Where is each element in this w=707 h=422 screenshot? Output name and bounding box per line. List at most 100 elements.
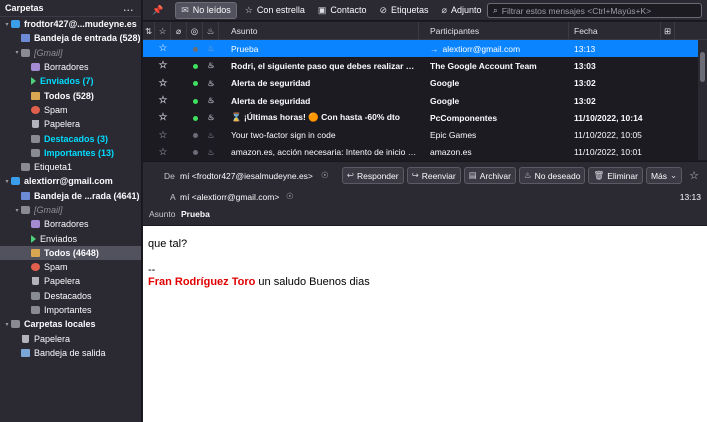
folder-pane-menu-button[interactable]: ... xyxy=(123,3,134,13)
read-status-icon[interactable] xyxy=(187,44,203,54)
recipient-info-icon[interactable]: ☉ xyxy=(286,191,294,202)
star-column-icon[interactable]: ☆ xyxy=(155,21,171,40)
folder-item[interactable]: Enviados (7) xyxy=(0,74,141,88)
delete-button[interactable]: 🗑 Eliminar xyxy=(588,167,643,184)
participants-column-header[interactable]: Participantes xyxy=(419,21,569,40)
folder-item[interactable]: Destacados xyxy=(0,289,141,303)
tags-filter-button[interactable]: ⊘ Etiquetas xyxy=(374,2,433,19)
subject-column-header[interactable]: Asunto xyxy=(219,21,419,40)
star-icon[interactable]: ☆ xyxy=(155,95,171,106)
junk-status-icon[interactable]: ♨ xyxy=(203,113,219,122)
junk-status-icon[interactable]: ♨ xyxy=(203,131,219,140)
attachment-filter-button[interactable]: ⌀ Adjunto xyxy=(437,2,487,19)
chevron-down-icon[interactable]: ▾ xyxy=(3,178,11,185)
message-subject: Alerta de seguridad xyxy=(231,78,311,89)
message-row[interactable]: ☆ ♨ ⌛ ¡Últimas horas! 🟠 Con hasta -60% dto… xyxy=(143,109,707,126)
forward-button[interactable]: ↪ Reenviar xyxy=(406,167,461,184)
folder-item[interactable]: Bandeja de entrada (528) xyxy=(0,31,141,45)
folder-item[interactable]: Importantes (13) xyxy=(0,146,141,160)
message-row[interactable]: ☆ ♨ amazon.es, acción necesaria: Intento d… xyxy=(143,144,707,161)
junk-status-icon[interactable]: ♨ xyxy=(203,61,219,70)
folder-item[interactable]: ▾ alextiorr@gmail.com xyxy=(0,174,141,188)
star-icon[interactable]: ☆ xyxy=(155,130,171,141)
sender-info-icon[interactable]: ☉ xyxy=(321,170,329,181)
reply-button[interactable]: ↩ Responder xyxy=(341,167,404,184)
read-status-icon[interactable] xyxy=(187,78,203,88)
body-line: que tal? xyxy=(148,238,188,250)
starred-filter-button[interactable]: ☆ Con estrella xyxy=(240,2,310,19)
folder-item[interactable]: Papelera xyxy=(0,332,141,346)
folder-label: Enviados (7) xyxy=(40,76,94,87)
folder-pane-header: Carpetas ... xyxy=(0,0,141,17)
folder-item[interactable]: Bandeja de salida xyxy=(0,346,141,360)
folder-item[interactable]: ▾ [Gmail] xyxy=(0,46,141,60)
folder-item[interactable]: Importantes xyxy=(0,303,141,317)
folder-label: Bandeja de salida xyxy=(34,347,106,358)
filter-search-input[interactable]: ⌕ Filtrar estos mensajes <Ctrl+Mayús+K> xyxy=(487,3,702,18)
read-status-icon[interactable] xyxy=(187,147,203,157)
message-row[interactable]: ☆ ♨ Alerta de seguridad Google 13:02 xyxy=(143,75,707,92)
junk-button[interactable]: ♨ No deseado xyxy=(518,167,586,184)
more-button[interactable]: Más ⌄ xyxy=(645,167,683,184)
folder-item[interactable]: Enviados xyxy=(0,231,141,245)
star-icon[interactable]: ☆ xyxy=(155,60,171,71)
folder-item[interactable]: Borradores xyxy=(0,60,141,74)
message-row[interactable]: ☆ ♨ Prueba → alextiorr@gmail.com 13:13 xyxy=(143,40,707,58)
junk-status-icon[interactable]: ♨ xyxy=(203,148,219,157)
folder-item[interactable]: Destacados (3) xyxy=(0,131,141,145)
pin-filter-button[interactable]: 📌 xyxy=(147,2,172,19)
thread-column-icon[interactable]: ⇅ xyxy=(143,21,155,40)
message-row[interactable]: ☆ ♨ Rodri, el siguiente paso que debes rea… xyxy=(143,57,707,74)
folder-item[interactable]: Bandeja de ...rada (4641) xyxy=(0,189,141,203)
chevron-down-icon[interactable]: ▾ xyxy=(3,21,11,28)
unread-filter-button[interactable]: ✉ No leídos xyxy=(175,1,237,19)
folder-item[interactable]: Etiqueta1 xyxy=(0,160,141,174)
read-status-icon[interactable] xyxy=(187,113,203,123)
star-icon[interactable]: ☆ xyxy=(155,147,171,158)
inbox-icon xyxy=(21,191,30,200)
junk-status-icon[interactable]: ♨ xyxy=(203,44,219,53)
message-list-scrollbar[interactable] xyxy=(698,40,707,160)
folder-item[interactable]: Borradores xyxy=(0,217,141,231)
chevron-down-icon[interactable]: ▾ xyxy=(13,49,21,56)
column-picker-icon[interactable]: ⊞ xyxy=(661,21,675,40)
read-status-icon[interactable] xyxy=(187,61,203,71)
all-mail-icon xyxy=(31,248,40,257)
folder-item[interactable]: Todos (4648) xyxy=(0,245,141,261)
junk-column-icon[interactable]: ♨ xyxy=(203,21,219,40)
star-icon[interactable]: ☆ xyxy=(155,78,171,89)
message-row[interactable]: ☆ ♨ Alerta de seguridad Google 13:02 xyxy=(143,92,707,109)
message-row[interactable]: ☆ ♨ Your two-factor sign in code Epic Games… xyxy=(143,126,707,143)
starred-filter-label: Con estrella xyxy=(256,5,305,15)
folder-item[interactable]: ▾ frodtor427@...mudeyne.es xyxy=(0,17,141,31)
folder-item[interactable]: Papelera xyxy=(0,117,141,131)
junk-status-icon[interactable]: ♨ xyxy=(203,96,219,105)
subject-value: Prueba xyxy=(181,209,210,219)
folder-item[interactable]: ▾ Carpetas locales xyxy=(0,317,141,331)
scrollbar-thumb[interactable] xyxy=(700,52,705,82)
read-status-icon[interactable] xyxy=(187,130,203,140)
message-subject: Alerta de seguridad xyxy=(231,95,311,106)
to-value[interactable]: mí <alextiorr@gmail.com> xyxy=(180,192,279,202)
star-icon[interactable]: ☆ xyxy=(155,43,171,54)
contact-filter-button[interactable]: ▣ Contacto xyxy=(313,2,372,19)
chevron-down-icon[interactable]: ▾ xyxy=(3,321,11,328)
attachment-column-icon[interactable]: ⌀ xyxy=(171,21,187,40)
read-status-icon[interactable] xyxy=(187,96,203,106)
date-column-header[interactable]: Fecha xyxy=(569,21,661,40)
folder-item[interactable]: Papelera xyxy=(0,274,141,288)
folder-item[interactable]: ▾ [Gmail] xyxy=(0,203,141,217)
star-message-button[interactable]: ☆ xyxy=(685,167,703,184)
folder-item[interactable]: Spam xyxy=(0,260,141,274)
message-list: ⇅ ☆ ⌀ ◎ ♨ Asunto Participantes Fecha ⊞ ☆… xyxy=(143,21,707,161)
folder-item[interactable]: Spam xyxy=(0,103,141,117)
read-status-column-icon[interactable]: ◎ xyxy=(187,21,203,40)
chevron-down-icon[interactable]: ▾ xyxy=(13,207,21,214)
archive-button[interactable]: ▤ Archivar xyxy=(463,167,516,184)
star-icon[interactable]: ☆ xyxy=(155,112,171,123)
message-subject: Your two-factor sign in code xyxy=(231,130,336,141)
participant-text: alextiorr@gmail.com xyxy=(442,43,521,54)
from-value[interactable]: mí <frodtor427@iesalmudeyne.es> xyxy=(180,171,313,181)
junk-status-icon[interactable]: ♨ xyxy=(203,79,219,88)
folder-item[interactable]: Todos (528) xyxy=(0,88,141,102)
